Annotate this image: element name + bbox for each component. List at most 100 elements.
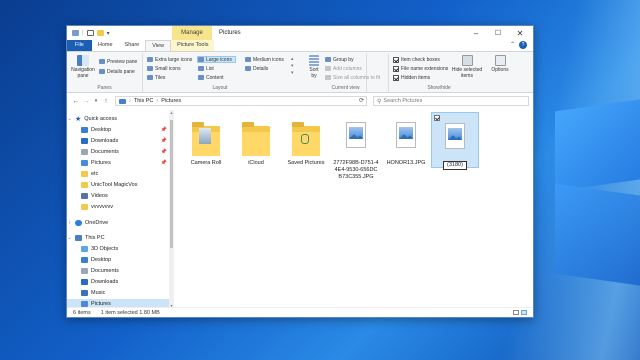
search-input[interactable]: ⚲ Search Pictures bbox=[373, 96, 529, 106]
hidden-items-checkbox[interactable] bbox=[393, 74, 399, 81]
layout-scroll-arrows-icon[interactable]: ▴ ▾ ▾ bbox=[291, 56, 294, 77]
file-item-2772f98b-jpg[interactable]: 2772F98B-D751-4 4E4-9530-656DC B73C355.J… bbox=[331, 118, 381, 181]
close-button[interactable]: ✕ bbox=[509, 26, 531, 40]
navigation-pane-scrollbar[interactable]: ▴ ▾ bbox=[169, 110, 174, 308]
tiles-icon bbox=[147, 75, 153, 80]
details-pane-button[interactable]: Details pane bbox=[99, 68, 135, 75]
nav-item-label: Downloads bbox=[91, 138, 119, 144]
nav-item-desktop[interactable]: Desktop 📌 bbox=[67, 125, 173, 135]
file-item-camera-roll[interactable]: Camera Roll bbox=[181, 118, 231, 167]
nav-item-label: Music bbox=[91, 290, 106, 296]
nav-item-downloads[interactable]: Downloads 📌 bbox=[67, 136, 173, 146]
expand-chevron-icon[interactable]: ⌄ bbox=[67, 235, 72, 241]
address-bar[interactable]: › This PC › Pictures bbox=[115, 96, 367, 106]
tab-file[interactable]: File bbox=[67, 40, 92, 51]
nav-quick-access[interactable]: ⌄ ★ Quick access bbox=[67, 114, 173, 124]
nav-item-label: UnicTool MagicVox bbox=[91, 182, 138, 188]
details-view-icon[interactable] bbox=[513, 310, 519, 315]
panes-group-label: Panes bbox=[97, 85, 112, 91]
nav-item-etc[interactable]: etc bbox=[67, 169, 173, 179]
forward-arrow-icon[interactable]: → bbox=[81, 98, 91, 105]
up-arrow-icon[interactable]: ↑ bbox=[101, 98, 111, 105]
nav-this-pc[interactable]: ⌄ This PC bbox=[67, 233, 173, 243]
size-columns-button[interactable]: Size all columns to fit bbox=[325, 74, 380, 81]
file-item-3180-renaming[interactable]: (3180) bbox=[431, 112, 479, 170]
tab-share[interactable]: Share bbox=[119, 40, 146, 51]
image-file-icon bbox=[435, 119, 475, 159]
file-name: HONOR13.JPG bbox=[386, 160, 426, 166]
group-by-icon bbox=[325, 57, 331, 62]
layout-large-icons[interactable]: Large icons bbox=[197, 56, 236, 63]
nav-item-videos[interactable]: Videos bbox=[67, 191, 173, 201]
properties-icon[interactable] bbox=[86, 30, 94, 36]
recent-locations-chevron-icon[interactable]: ▾ bbox=[91, 98, 101, 104]
minimize-button[interactable]: – bbox=[465, 26, 487, 40]
file-item-honor13-jpg[interactable]: HONOR13.JPG bbox=[381, 118, 431, 167]
help-icon[interactable]: ? bbox=[519, 41, 527, 49]
nav-item-unictool[interactable]: UnicTool MagicVox bbox=[67, 180, 173, 190]
expand-chevron-icon[interactable]: ⌄ bbox=[67, 116, 72, 122]
nav-item-pictures[interactable]: Pictures 📌 bbox=[67, 158, 173, 168]
breadcrumb-pictures[interactable]: Pictures bbox=[161, 98, 181, 104]
breadcrumb-this-pc[interactable]: This PC bbox=[134, 98, 154, 104]
file-list: Camera Roll iCloud Saved Pictures 2772F9… bbox=[177, 110, 533, 308]
back-arrow-icon[interactable]: ← bbox=[71, 98, 81, 105]
preview-pane-button[interactable]: Preview pane bbox=[99, 58, 137, 65]
rename-input[interactable]: (3180) bbox=[443, 161, 467, 170]
hide-selected-items-button[interactable]: Hide selected items bbox=[451, 55, 483, 79]
tab-home[interactable]: Home bbox=[92, 40, 119, 51]
large-icons-label: Large icons bbox=[206, 56, 232, 63]
file-name-extensions-checkbox[interactable] bbox=[393, 65, 399, 72]
image-file-icon bbox=[386, 118, 426, 158]
large-icons-view-icon[interactable] bbox=[521, 310, 527, 315]
collapse-ribbon-chevron-icon[interactable]: ⌃ bbox=[510, 40, 515, 51]
layout-extra-large-icons[interactable]: Extra large icons bbox=[147, 56, 192, 63]
item-check-boxes-toggle[interactable]: Item check boxes bbox=[393, 56, 440, 63]
add-columns-button[interactable]: Add columns bbox=[325, 65, 362, 72]
manage-context-tab[interactable]: Manage bbox=[172, 26, 212, 40]
pictures-icon bbox=[81, 160, 88, 166]
star-icon: ★ bbox=[75, 116, 82, 123]
file-name-extensions-toggle[interactable]: File name extensions bbox=[393, 65, 448, 72]
refresh-icon[interactable]: ⟳ bbox=[359, 97, 364, 104]
scrollbar-thumb[interactable] bbox=[170, 120, 173, 248]
options-button[interactable]: Options bbox=[489, 55, 511, 73]
new-folder-icon[interactable] bbox=[96, 30, 104, 36]
navigation-pane-button[interactable]: Navigation pane bbox=[69, 55, 97, 79]
nav-pc-music[interactable]: Music bbox=[67, 288, 173, 298]
layout-details[interactable]: Details bbox=[245, 65, 268, 72]
expand-chevron-icon[interactable]: › bbox=[67, 220, 72, 226]
nav-onedrive[interactable]: › OneDrive bbox=[67, 218, 173, 228]
layout-medium-icons[interactable]: Medium icons bbox=[245, 56, 284, 63]
nav-pc-3d-objects[interactable]: 3D Objects bbox=[67, 244, 173, 254]
pin-icon: 📌 bbox=[160, 138, 167, 144]
layout-list[interactable]: List bbox=[198, 65, 214, 72]
wallpaper-logo-upper-pane bbox=[555, 98, 640, 192]
customize-toolbar-chevron-icon[interactable]: ▾ bbox=[107, 30, 110, 37]
layout-small-icons[interactable]: Small icons bbox=[147, 65, 181, 72]
sort-by-label: Sort by bbox=[309, 67, 319, 79]
file-name-extensions-label: File name extensions bbox=[401, 65, 449, 72]
file-name: Camera Roll bbox=[190, 160, 222, 166]
scroll-up-arrow-icon[interactable]: ▴ bbox=[169, 110, 174, 115]
nav-pc-documents[interactable]: Documents bbox=[67, 266, 173, 276]
layout-group-label: Layout bbox=[212, 85, 228, 91]
file-item-saved-pictures[interactable]: Saved Pictures bbox=[281, 118, 331, 167]
nav-pc-downloads[interactable]: Downloads bbox=[67, 277, 173, 287]
nav-item-vvvvvvvv[interactable]: vvvvvvvv bbox=[67, 202, 173, 212]
group-by-button[interactable]: Group by bbox=[325, 56, 354, 63]
tab-view[interactable]: View bbox=[145, 40, 172, 51]
layout-content[interactable]: Content bbox=[198, 74, 224, 81]
maximize-button[interactable]: ☐ bbox=[487, 26, 509, 40]
file-item-icloud[interactable]: iCloud bbox=[231, 118, 281, 167]
hidden-items-toggle[interactable]: Hidden items bbox=[393, 74, 430, 81]
tab-picture-tools[interactable]: Picture Tools bbox=[171, 40, 215, 51]
sort-by-button[interactable]: Sort by bbox=[307, 55, 321, 79]
item-check-boxes-checkbox[interactable] bbox=[393, 56, 399, 63]
nav-item-label: etc bbox=[91, 171, 99, 177]
nav-pc-desktop[interactable]: Desktop bbox=[67, 255, 173, 265]
nav-item-documents[interactable]: Documents 📌 bbox=[67, 147, 173, 157]
folder-app-icon bbox=[72, 30, 79, 36]
documents-icon bbox=[81, 268, 88, 274]
layout-tiles[interactable]: Tiles bbox=[147, 74, 165, 81]
